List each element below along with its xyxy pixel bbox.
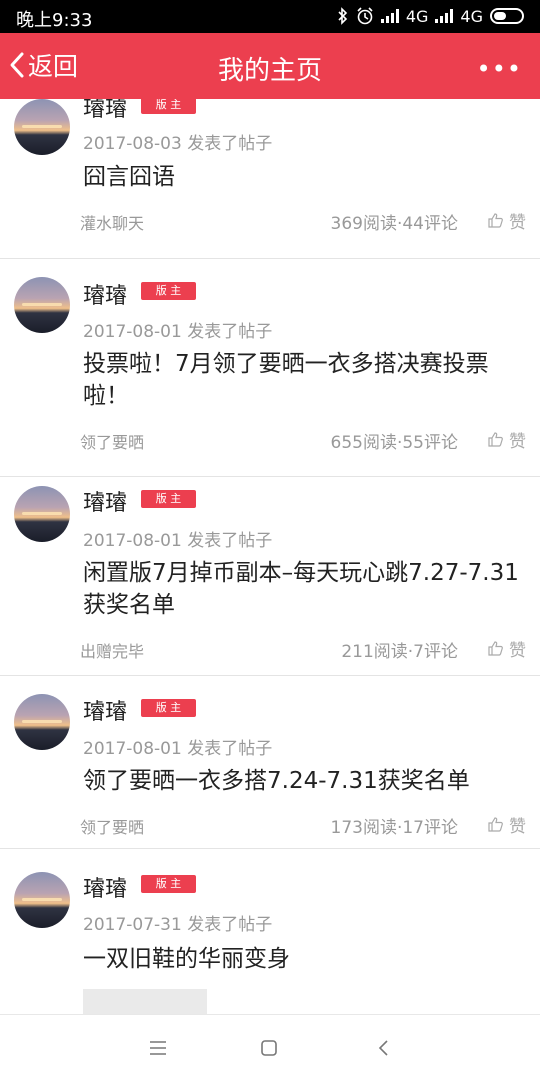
post-feed: 璿璿 版 主 2017-08-03 发表了帖子 囧言囧语 灌水聊天 369阅读·… <box>0 99 540 1014</box>
status-bar: 晚上9:33 4G 4G <box>0 0 540 33</box>
post-item[interactable]: 璿璿 版 主 2017-08-01 发表了帖子 闲置版7月掉币副本–每天玩心跳7… <box>0 477 540 676</box>
status-indicators: 4G 4G <box>337 5 524 27</box>
post-board[interactable]: 出赠完毕 <box>80 638 144 662</box>
post-username[interactable]: 璿璿 <box>83 485 127 517</box>
like-button[interactable]: 赞 <box>488 427 526 452</box>
network-type-2: 4G <box>460 6 483 26</box>
post-username[interactable]: 璿璿 <box>83 871 127 903</box>
post-item[interactable]: 璿璿 版 主 2017-08-01 发表了帖子 领了要晒一衣多搭7.24-7.3… <box>0 676 540 849</box>
post-stats: 369阅读·44评论 <box>330 214 458 234</box>
like-label: 赞 <box>509 432 526 452</box>
thumbs-up-icon <box>488 213 503 228</box>
post-item[interactable]: 璿璿 版 主 2017-07-31 发表了帖子 一双旧鞋的华丽变身 <box>0 849 540 1014</box>
post-title[interactable]: 囧言囧语 <box>83 161 528 193</box>
more-button[interactable]: ••• <box>477 55 522 83</box>
moderator-badge: 版 主 <box>141 699 196 717</box>
alarm-icon <box>357 7 373 25</box>
avatar[interactable] <box>14 694 70 750</box>
battery-icon <box>490 8 524 24</box>
post-title[interactable]: 领了要晒一衣多搭7.24-7.31获奖名单 <box>83 765 528 797</box>
network-type-1: 4G <box>405 6 429 26</box>
post-meta: 2017-08-01 发表了帖子 <box>83 531 273 551</box>
like-label: 赞 <box>509 817 526 837</box>
moderator-badge: 版 主 <box>141 282 196 300</box>
avatar[interactable] <box>14 99 70 155</box>
post-meta: 2017-08-01 发表了帖子 <box>83 322 273 342</box>
post-meta: 2017-07-31 发表了帖子 <box>83 915 273 935</box>
thumbs-up-icon <box>488 817 503 832</box>
avatar[interactable] <box>14 277 70 333</box>
post-username[interactable]: 璿璿 <box>83 694 127 726</box>
thumbs-up-icon <box>488 432 503 447</box>
post-item[interactable]: 璿璿 版 主 2017-08-03 发表了帖子 囧言囧语 灌水聊天 369阅读·… <box>0 99 540 259</box>
home-icon[interactable] <box>259 1038 279 1058</box>
post-title[interactable]: 一双旧鞋的华丽变身 <box>83 943 528 975</box>
post-item[interactable]: 璿璿 版 主 2017-08-01 发表了帖子 投票啦！7月领了要晒一衣多搭决赛… <box>0 259 540 477</box>
avatar[interactable] <box>14 872 70 928</box>
like-button[interactable]: 赞 <box>488 812 526 837</box>
post-meta: 2017-08-03 发表了帖子 <box>83 134 273 154</box>
post-board[interactable]: 领了要晒 <box>80 814 144 838</box>
page-title: 我的主页 <box>217 56 322 86</box>
avatar[interactable] <box>14 486 70 542</box>
post-stats: 655阅读·55评论 <box>330 433 458 453</box>
post-board[interactable]: 领了要晒 <box>80 429 144 453</box>
moderator-badge: 版 主 <box>141 875 196 893</box>
like-button[interactable]: 赞 <box>488 636 526 661</box>
post-username[interactable]: 璿璿 <box>83 278 127 310</box>
system-nav-bar <box>0 1014 540 1080</box>
status-time: 晚上9:33 <box>16 10 93 31</box>
post-title[interactable]: 投票啦！7月领了要晒一衣多搭决赛投票啦！ <box>83 348 528 412</box>
post-stats: 173阅读·17评论 <box>330 818 458 838</box>
bluetooth-icon <box>338 7 347 25</box>
signal-icon <box>380 9 399 23</box>
thumbs-up-icon <box>488 641 503 656</box>
post-image-thumbnail[interactable] <box>83 989 207 1014</box>
like-label: 赞 <box>509 641 526 661</box>
post-username[interactable]: 璿璿 <box>83 99 127 123</box>
signal-icon <box>435 9 454 23</box>
back-icon[interactable] <box>374 1038 394 1058</box>
post-meta: 2017-08-01 发表了帖子 <box>83 739 273 759</box>
moderator-badge: 版 主 <box>141 490 196 508</box>
moderator-badge: 版 主 <box>141 99 196 114</box>
like-label: 赞 <box>509 213 526 233</box>
post-title[interactable]: 闲置版7月掉币副本–每天玩心跳7.27-7.31获奖名单 <box>83 557 528 621</box>
post-board[interactable]: 灌水聊天 <box>80 210 144 234</box>
top-nav-bar: 返回 我的主页 ••• <box>0 33 540 99</box>
like-button[interactable]: 赞 <box>488 208 526 233</box>
post-stats: 211阅读·7评论 <box>341 642 458 662</box>
menu-icon[interactable] <box>148 1039 168 1057</box>
